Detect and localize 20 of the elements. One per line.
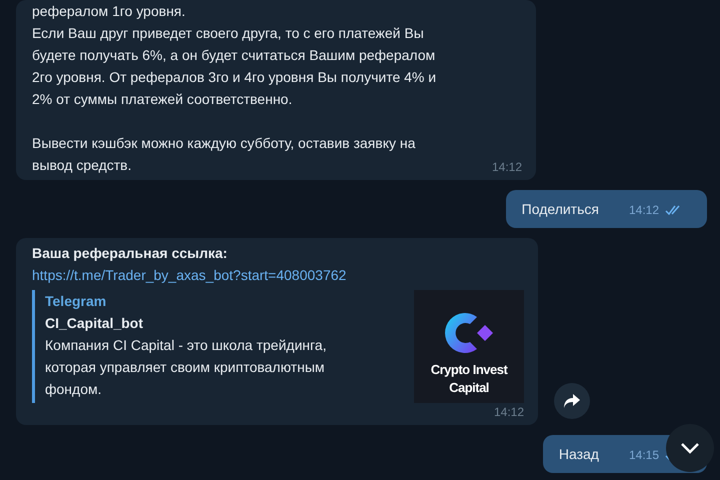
link-preview[interactable]: Telegram CI_Capital_bot Компания CI Capital - это школа трейдинга, которая управляет своим криптовалютным фондом. Crypto Invest Capital xyxy=(32,290,524,403)
logo-text: Capital xyxy=(449,379,489,397)
logo-text: Crypto Invest xyxy=(430,361,508,379)
message-time: 14:12 xyxy=(492,159,522,176)
message-heading: Ваша реферальная ссылка: xyxy=(32,244,228,263)
message-text: рефералом 1го уровня. Если Ваш друг приведет своего друга, то с его платежей Вы будете получать 6%, а он будет считаться Вашим рефералом 2го уровня. От рефералов 3го и 4го уровня Вы получите 4% и 2% от суммы платежей соответственно. xyxy=(32,2,436,109)
share-button[interactable] xyxy=(554,383,590,419)
referral-link[interactable]: https://t.me/Trader_by_axas_bot?start=408003762 xyxy=(32,264,346,286)
message-text: Поделиться xyxy=(522,200,600,219)
preview-site: Telegram xyxy=(45,292,108,311)
message-time: 14:12 xyxy=(628,202,659,219)
message-time: 14:15 xyxy=(628,447,659,464)
share-icon xyxy=(563,393,581,409)
scroll-down-button[interactable] xyxy=(666,424,714,472)
chevron-down-icon xyxy=(680,442,700,454)
message-time: 14:12 xyxy=(494,404,524,421)
message-text: Назад xyxy=(558,445,600,464)
preview-description: Компания CI Capital - это школа трейдинга, которая управляет своим криптовалютным фондом. xyxy=(45,336,326,399)
preview-title: CI_Capital_bot xyxy=(45,314,144,333)
message-text: Вывести кэшбэк можно каждую субботу, оставив заявку на вывод средств. xyxy=(32,134,416,175)
